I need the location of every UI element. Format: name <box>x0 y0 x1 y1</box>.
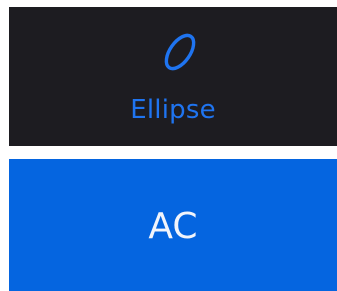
ellipse-tool-button[interactable]: Ellipse <box>9 7 337 146</box>
ellipse-icon <box>164 33 196 71</box>
ellipse-tool-label: Ellipse <box>130 95 216 125</box>
ac-button-label: AC <box>148 206 198 247</box>
ac-button[interactable]: AC <box>9 159 337 291</box>
